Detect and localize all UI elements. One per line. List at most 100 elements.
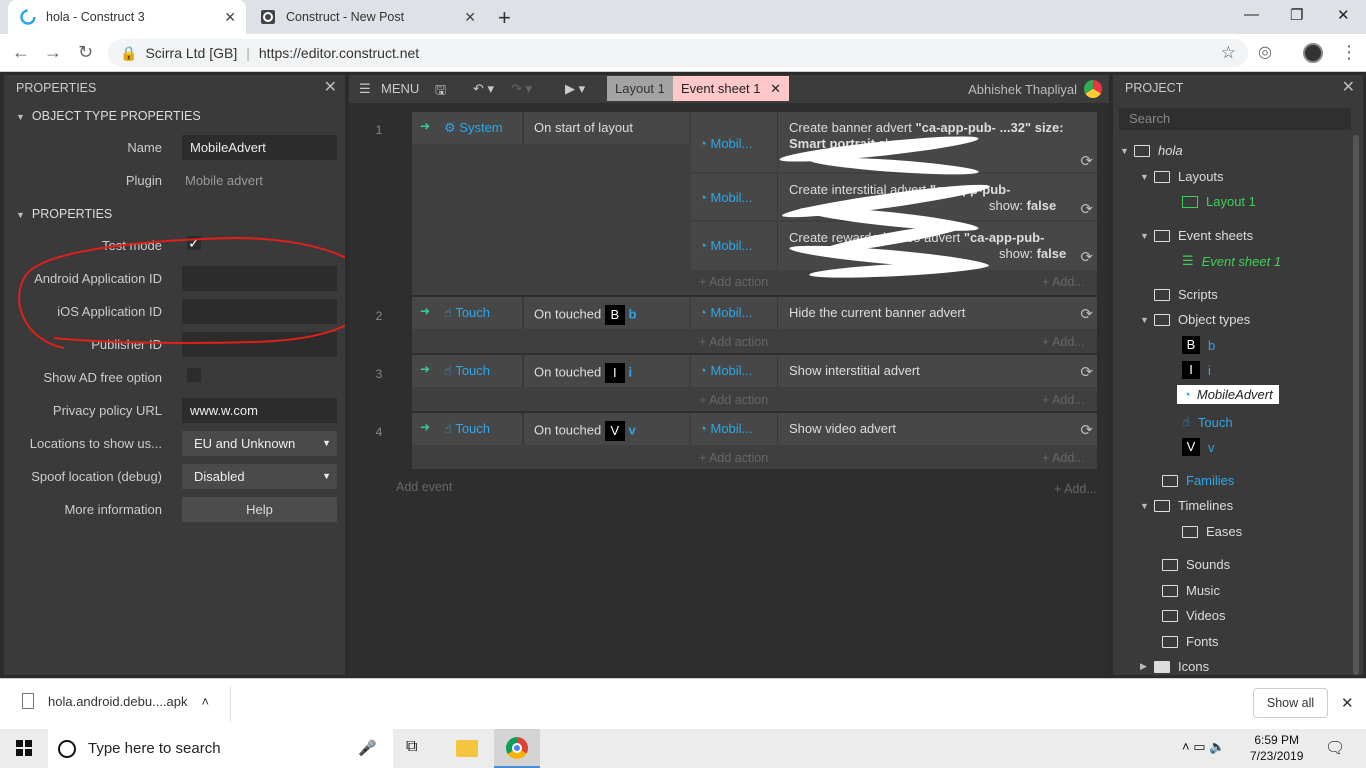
tree-fonts[interactable]: Fonts: [1162, 634, 1219, 649]
tab-layout-1[interactable]: Layout 1: [607, 76, 673, 101]
browser-tab-strip: hola - Construct 3 ✕ Construct - New Pos…: [0, 0, 1366, 34]
tree-eases[interactable]: Eases: [1182, 524, 1242, 539]
chrome-icon[interactable]: [494, 729, 540, 768]
tree-music[interactable]: Music: [1162, 583, 1220, 598]
locations-dropdown[interactable]: EU and Unknown ▼: [182, 431, 337, 456]
tree-event-sheets[interactable]: ▼ Event sheets: [1140, 228, 1253, 243]
add-action-link[interactable]: + Add action: [699, 451, 768, 465]
ios-id-field[interactable]: [182, 299, 337, 324]
event-row-3[interactable]: ➜ ☝ Touch On touched I i ◔ Mobil... Show…: [412, 355, 1097, 411]
tree-families[interactable]: Families: [1162, 473, 1234, 488]
system-tray-icons[interactable]: ˄ ▭ 🔈: [1182, 739, 1225, 755]
menu-button[interactable]: MENU: [381, 81, 419, 96]
publisher-id-field[interactable]: [182, 332, 337, 357]
chevron-up-icon[interactable]: ˄: [202, 694, 210, 709]
tab-event-sheet-1[interactable]: Event sheet 1 ✕: [673, 76, 790, 101]
download-item[interactable]: hola.android.debu....apk ˄: [22, 693, 209, 709]
undo-icon[interactable]: ↶ ▾: [473, 81, 494, 97]
reload-icon[interactable]: ↻: [78, 42, 93, 63]
tree-layout-1[interactable]: Layout 1: [1182, 194, 1256, 209]
play-icon[interactable]: ▶ ▾: [565, 81, 585, 97]
close-panel-icon[interactable]: ✕: [324, 75, 337, 101]
tree-object-i[interactable]: Ii: [1182, 361, 1211, 379]
add-more-link[interactable]: + Add...: [1042, 451, 1085, 465]
browser-tab-new-post[interactable]: Construct - New Post ✕: [248, 0, 486, 34]
spoof-dropdown[interactable]: Disabled ▼: [182, 464, 337, 489]
close-window-icon[interactable]: ✕: [1337, 6, 1350, 24]
tree-icons[interactable]: ▶ Icons: [1140, 659, 1209, 674]
tree-videos[interactable]: Videos: [1162, 608, 1226, 623]
action-create-banner[interactable]: ◔ Mobil... Create banner advert "ca-app-…: [691, 112, 1097, 172]
test-mode-checkbox[interactable]: ✓: [187, 236, 201, 250]
condition-block[interactable]: ➜ ☝ Touch On touched I i: [412, 355, 689, 387]
notifications-icon[interactable]: 🗨: [1325, 738, 1345, 758]
new-tab-button[interactable]: +: [498, 5, 511, 31]
omnibox[interactable]: 🔒 Scirra Ltd [GB] | https://editor.const…: [108, 39, 1248, 67]
redo-icon[interactable]: ↷ ▾: [511, 81, 532, 97]
bookmark-star-icon[interactable]: ☆: [1221, 43, 1236, 63]
add-action-link[interactable]: + Add action: [699, 335, 768, 349]
tree-sounds[interactable]: Sounds: [1162, 557, 1230, 572]
privacy-url-field[interactable]: www.w.com: [182, 398, 337, 423]
object-type-section[interactable]: ▼ OBJECT TYPE PROPERTIES: [4, 101, 345, 131]
close-download-bar-icon[interactable]: ✕: [1341, 694, 1354, 712]
ad-free-checkbox[interactable]: [187, 368, 201, 382]
action-show-interstitial[interactable]: ◔ Mobil... Show interstitial advert ⟳: [691, 355, 1097, 387]
tree-object-b[interactable]: Bb: [1182, 336, 1215, 354]
save-icon[interactable]: 🖫: [435, 81, 446, 103]
close-tab-icon[interactable]: ✕: [770, 81, 781, 96]
chrome-menu-icon[interactable]: ⋮: [1340, 42, 1358, 63]
project-search-input[interactable]: Search: [1119, 108, 1351, 130]
action-hide-banner[interactable]: ◔ Mobil... Hide the current banner adver…: [691, 297, 1097, 329]
action-create-rewarded[interactable]: ◔ Mobil... Create rewarded video advert …: [691, 222, 1097, 270]
android-id-field[interactable]: [182, 266, 337, 291]
tree-root-hola[interactable]: ▼ hola: [1120, 143, 1183, 158]
close-panel-icon[interactable]: ✕: [1342, 75, 1355, 101]
add-more-link[interactable]: + Add...: [1042, 275, 1085, 289]
tree-timelines[interactable]: ▼ Timelines: [1140, 498, 1233, 513]
tree-event-sheet-1[interactable]: ☰ Event sheet 1: [1182, 253, 1281, 269]
condition-block[interactable]: ➜ ☝ Touch On touched V v: [412, 413, 689, 445]
add-event-link[interactable]: Add event: [396, 480, 452, 494]
restore-icon[interactable]: ❐: [1290, 6, 1303, 24]
menu-icon[interactable]: ☰: [359, 81, 371, 97]
forward-icon[interactable]: →: [44, 42, 62, 63]
event-row-2[interactable]: ➜ ☝ Touch On touched B b ◔ Mobil... Hide…: [412, 297, 1097, 353]
microphone-icon[interactable]: 🎤: [358, 739, 377, 757]
tree-scripts[interactable]: Scripts: [1154, 287, 1218, 302]
tree-layouts[interactable]: ▼ Layouts: [1140, 169, 1224, 184]
incognito-icon[interactable]: ◎: [1258, 42, 1272, 62]
add-action-link[interactable]: + Add action: [699, 275, 768, 289]
action-create-interstitial[interactable]: ◔ Mobil... Create interstitial advert "c…: [691, 174, 1097, 220]
tree-object-mobileadvert[interactable]: ◔ MobileAdvert: [1177, 385, 1279, 404]
add-more-link[interactable]: + Add...: [1042, 335, 1085, 349]
back-icon[interactable]: ←: [12, 42, 30, 63]
add-more-link[interactable]: + Add...: [1042, 393, 1085, 407]
add-action-link[interactable]: + Add action: [699, 393, 768, 407]
properties-section[interactable]: ▼ PROPERTIES: [4, 199, 345, 229]
event-row-4[interactable]: ➜ ☝ Touch On touched V v ◔ Mobil... Show…: [412, 413, 1097, 469]
file-explorer-icon[interactable]: [456, 740, 478, 757]
add-more-link[interactable]: + Add...: [1054, 482, 1097, 496]
task-view-icon[interactable]: ⧉: [406, 738, 417, 756]
avatar[interactable]: [1084, 80, 1102, 98]
tree-object-touch[interactable]: ☝ Touch: [1182, 414, 1233, 430]
minimize-icon[interactable]: —: [1244, 6, 1259, 23]
name-field[interactable]: MobileAdvert: [182, 135, 337, 160]
event-row-1[interactable]: ➜ ⚙ System On start of layout ◔ Mobil...…: [412, 112, 1097, 295]
taskbar-search-box[interactable]: Type here to search 🎤: [48, 729, 393, 768]
show-all-button[interactable]: Show all: [1253, 688, 1328, 718]
condition-block[interactable]: ➜ ⚙ System On start of layout: [412, 112, 689, 295]
scrollbar[interactable]: [1353, 135, 1359, 675]
close-tab-icon[interactable]: ✕: [464, 9, 476, 26]
windows-start-icon[interactable]: [16, 740, 32, 759]
help-button[interactable]: Help: [182, 497, 337, 522]
tree-object-types[interactable]: ▼ Object types: [1140, 312, 1250, 327]
condition-block[interactable]: ➜ ☝ Touch On touched B b: [412, 297, 689, 329]
profile-avatar[interactable]: [1303, 43, 1323, 63]
tree-object-v[interactable]: Vv: [1182, 438, 1215, 456]
action-show-video[interactable]: ◔ Mobil... Show video advert ⟳: [691, 413, 1097, 445]
browser-tab-construct[interactable]: hola - Construct 3 ✕: [8, 0, 246, 34]
taskbar-clock[interactable]: 6:59 PM 7/23/2019: [1250, 732, 1303, 764]
close-tab-icon[interactable]: ✕: [224, 9, 236, 26]
